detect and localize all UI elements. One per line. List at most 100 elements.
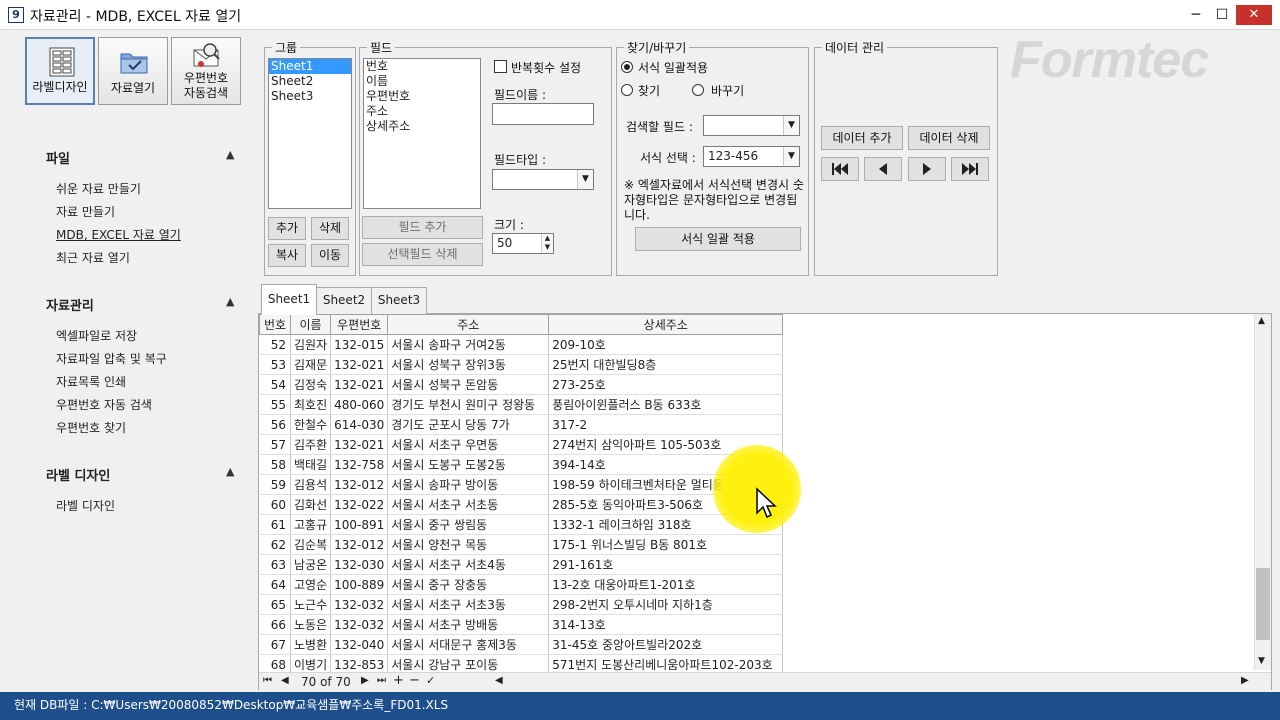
- apply-format-radio[interactable]: [621, 61, 633, 73]
- list-item[interactable]: Sheet2: [269, 74, 351, 89]
- table-cell[interactable]: 100-889: [330, 574, 389, 595]
- table-cell[interactable]: 서울시 중구 장충동: [387, 574, 550, 595]
- table-cell[interactable]: 서울시 서초구 서초동: [387, 494, 550, 515]
- table-cell[interactable]: 132-030: [330, 554, 389, 575]
- table-row[interactable]: 67 노병환 132-040 서울시 서대문구 홍제3동 31-45호 중앙아트빌라20…: [259, 634, 784, 655]
- nav-section-file[interactable]: 파일: [46, 148, 70, 167]
- delete-data-button[interactable]: 데이터 삭제: [908, 126, 990, 150]
- group-delete-button[interactable]: 삭제: [311, 217, 349, 240]
- table-cell[interactable]: 한철수: [290, 414, 332, 435]
- table-cell[interactable]: 273-25호: [548, 374, 784, 395]
- table-cell[interactable]: 64: [259, 574, 291, 595]
- scrollbar-thumb[interactable]: [1256, 568, 1270, 640]
- table-cell[interactable]: 서울시 서초구 서초4동: [387, 554, 550, 575]
- chevron-down-icon[interactable]: ▼: [577, 170, 593, 189]
- prev-record-icon[interactable]: ◀: [281, 675, 289, 686]
- table-row[interactable]: 63 남궁온 132-030 서울시 서초구 서초4동 291-161호: [259, 554, 784, 575]
- delete-record-icon[interactable]: −: [409, 673, 420, 688]
- table-cell[interactable]: 132-021: [330, 354, 389, 375]
- table-cell[interactable]: 김정숙: [290, 374, 332, 395]
- field-name-input[interactable]: [492, 103, 594, 125]
- table-cell[interactable]: 175-1 위너스빌딩 B동 801호: [548, 534, 784, 555]
- table-cell[interactable]: 김용석: [290, 474, 332, 495]
- table-cell[interactable]: 25번지 대한빌딩8층: [548, 354, 784, 375]
- vertical-scrollbar[interactable]: ▲ ▼: [1254, 314, 1271, 670]
- nav-item-zipcode-auto[interactable]: 우편번호 자동 검색: [56, 396, 152, 413]
- table-row[interactable]: 54 김정숙 132-021 서울시 성북구 돈암동 273-25호: [259, 374, 784, 395]
- group-list[interactable]: Sheet1 Sheet2 Sheet3: [268, 58, 352, 209]
- table-cell[interactable]: 65: [259, 594, 291, 615]
- table-cell[interactable]: 132-022: [330, 494, 389, 515]
- confirm-icon[interactable]: ✓: [426, 674, 435, 687]
- chevron-down-icon[interactable]: ▼: [783, 116, 799, 135]
- table-cell[interactable]: 최호진: [290, 394, 332, 415]
- nav-item-open-mdb-excel[interactable]: MDB, EXCEL 자료 열기: [56, 226, 181, 243]
- table-row[interactable]: 66 노동은 132-032 서울시 서초구 방배동 314-13호: [259, 614, 784, 635]
- prev-record-button[interactable]: [864, 157, 902, 181]
- label-design-button[interactable]: 라벨디자인: [25, 37, 95, 105]
- table-cell[interactable]: 132-758: [330, 454, 389, 475]
- table-cell[interactable]: 52: [259, 334, 291, 355]
- col-header-no[interactable]: 번호: [259, 314, 291, 335]
- field-list[interactable]: 번호 이름 우편번호 주소 상세주소: [363, 58, 481, 209]
- table-row[interactable]: 56 한철수 614-030 경기도 군포시 당동 7가 317-2: [259, 414, 784, 435]
- table-row[interactable]: 62 김순복 132-012 서울시 양천구 목동 175-1 위너스빌딩 B동 801…: [259, 534, 784, 555]
- first-record-icon[interactable]: ⏮: [263, 675, 272, 686]
- table-cell[interactable]: 김화선: [290, 494, 332, 515]
- list-item[interactable]: Sheet3: [269, 89, 351, 104]
- table-cell[interactable]: 서울시 송파구 방이동: [387, 474, 550, 495]
- table-cell[interactable]: 서울시 서대문구 홍제3동: [387, 634, 550, 655]
- col-header-address[interactable]: 주소: [387, 314, 550, 335]
- chevron-down-icon[interactable]: ▼: [783, 147, 799, 166]
- list-item[interactable]: 이름: [364, 74, 480, 89]
- col-header-zipcode[interactable]: 우편번호: [330, 314, 389, 335]
- table-cell[interactable]: 풍림아이윈플러스 B동 633호: [548, 394, 784, 415]
- nav-item-save-excel[interactable]: 엑셀파일로 저장: [56, 327, 137, 344]
- table-cell[interactable]: 남궁온: [290, 554, 332, 575]
- table-cell[interactable]: 291-161호: [548, 554, 784, 575]
- table-cell[interactable]: 54: [259, 374, 291, 395]
- table-cell[interactable]: 서울시 양천구 목동: [387, 534, 550, 555]
- table-cell[interactable]: 김순복: [290, 534, 332, 555]
- next-record-icon[interactable]: ▶: [361, 675, 369, 686]
- table-cell[interactable]: 서울시 도봉구 도봉2동: [387, 454, 550, 475]
- group-add-button[interactable]: 추가: [268, 217, 306, 240]
- col-header-detail-address[interactable]: 상세주소: [548, 314, 784, 335]
- table-cell[interactable]: 298-2번지 오투시네마 지하1층: [548, 594, 784, 615]
- table-cell[interactable]: 고홍규: [290, 514, 332, 535]
- field-type-select[interactable]: ▼: [492, 169, 594, 190]
- table-row[interactable]: 58 백태길 132-758 서울시 도봉구 도봉2동 394-14호: [259, 454, 784, 475]
- last-record-button[interactable]: [951, 157, 989, 181]
- table-cell[interactable]: 132-012: [330, 474, 389, 495]
- table-cell[interactable]: 서울시 성북구 장위3동: [387, 354, 550, 375]
- table-cell[interactable]: 58: [259, 454, 291, 475]
- table-cell[interactable]: 서울시 중구 쌍림동: [387, 514, 550, 535]
- list-item[interactable]: 주소: [364, 104, 480, 119]
- table-cell[interactable]: 노병환: [290, 634, 332, 655]
- table-cell[interactable]: 132-012: [330, 534, 389, 555]
- format-select[interactable]: 123-456 ▼: [703, 146, 800, 167]
- tab-sheet3[interactable]: Sheet3: [371, 287, 427, 314]
- add-record-icon[interactable]: +: [393, 673, 404, 688]
- list-item[interactable]: 상세주소: [364, 119, 480, 134]
- group-move-button[interactable]: 이동: [311, 244, 349, 267]
- size-stepper[interactable]: 50 ▲ ▼: [492, 233, 554, 254]
- table-cell[interactable]: 100-891: [330, 514, 389, 535]
- group-copy-button[interactable]: 복사: [268, 244, 306, 267]
- tab-sheet2[interactable]: Sheet2: [316, 287, 372, 314]
- table-cell[interactable]: 132-015: [330, 334, 389, 355]
- nav-section-data[interactable]: 자료관리: [46, 295, 94, 314]
- table-row[interactable]: 57 김주환 132-021 서울시 서초구 우면동 274번지 삼익아파트 105-5…: [259, 434, 784, 455]
- table-cell[interactable]: 서울시 송파구 거여2동: [387, 334, 550, 355]
- table-row[interactable]: 52 김원자 132-015 서울시 송파구 거여2동 209-10호: [259, 334, 784, 355]
- table-cell[interactable]: 서울시 서초구 우면동: [387, 434, 550, 455]
- table-row[interactable]: 53 김재문 132-021 서울시 성북구 장위3동 25번지 대한빌딩8층: [259, 354, 784, 375]
- table-cell[interactable]: 62: [259, 534, 291, 555]
- table-cell[interactable]: 노근수: [290, 594, 332, 615]
- table-cell[interactable]: 132-021: [330, 434, 389, 455]
- table-cell[interactable]: 66: [259, 614, 291, 635]
- nav-item-compress-repair[interactable]: 자료파일 압축 및 복구: [56, 350, 167, 367]
- table-cell[interactable]: 경기도 부천시 원미구 정왕동: [387, 394, 550, 415]
- chevron-up-icon[interactable]: ▲: [1258, 316, 1265, 326]
- table-cell[interactable]: 55: [259, 394, 291, 415]
